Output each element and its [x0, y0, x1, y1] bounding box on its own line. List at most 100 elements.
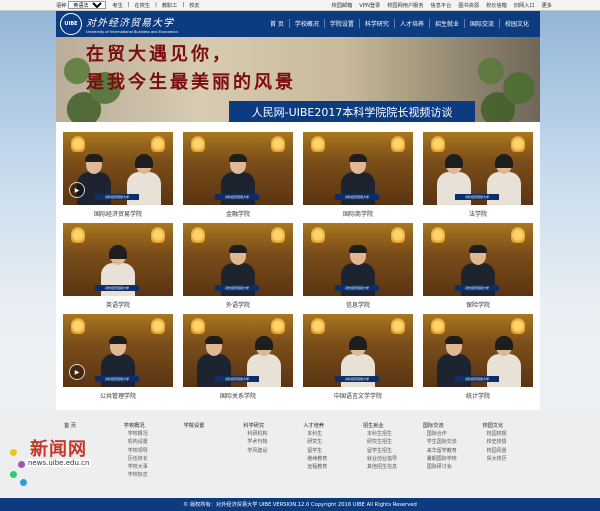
footer-link[interactable]: 暑期国际学校 — [423, 455, 483, 463]
footer-link[interactable]: 学风建设 — [243, 447, 303, 455]
play-icon[interactable]: ▶ — [69, 364, 85, 380]
footer-link[interactable]: 研究生招生 — [363, 438, 423, 446]
video-thumbnail[interactable]: 对外经济贸易大学 — [183, 132, 293, 205]
video-card[interactable]: 对外经济贸易大学 ▶ 国际经济贸易学院 — [63, 132, 173, 223]
nav-international[interactable]: 国际交流 — [463, 19, 499, 28]
video-thumbnail[interactable]: 对外经济贸易大学 — [63, 223, 173, 296]
footer-link[interactable]: 科研机构 — [243, 430, 303, 438]
video-card[interactable]: 对外经济贸易大学外语学院 — [183, 223, 293, 314]
link-prospective-students[interactable]: 考生 — [112, 2, 122, 9]
footer-column-title[interactable]: 科学研究 — [243, 422, 303, 430]
link-president-mailbox[interactable]: 校长信箱 — [486, 2, 507, 9]
logo-english-name: University of International Business and… — [86, 30, 179, 34]
video-caption[interactable]: 英语学院 — [63, 300, 173, 314]
link-current-students[interactable]: 在校生 — [135, 2, 151, 9]
footer-link[interactable]: 留学生 — [303, 447, 363, 455]
language-select[interactable]: 英语法日韩西 — [68, 1, 107, 9]
video-card[interactable]: 对外经济贸易大学国际商学院 — [303, 132, 413, 223]
video-caption[interactable]: 保险学院 — [423, 300, 533, 314]
nav-schools[interactable]: 学院设置 — [323, 19, 359, 28]
footer-link[interactable]: 本科生招生 — [363, 430, 423, 438]
link-vpn[interactable]: VPN登录 — [359, 2, 380, 9]
footer-link[interactable]: 本科生 — [303, 430, 363, 438]
video-thumbnail[interactable]: 对外经济贸易大学 — [303, 223, 413, 296]
footer-column-title[interactable]: 国际交流 — [423, 422, 483, 430]
footer-link[interactable]: 来华留学教育 — [423, 447, 483, 455]
video-thumbnail[interactable]: 对外经济贸易大学 — [183, 314, 293, 387]
footer-link[interactable]: 研究生 — [303, 438, 363, 446]
link-faculty[interactable]: 教职工 — [162, 2, 178, 9]
footer-column-title[interactable]: 校园文化 — [483, 422, 543, 430]
link-info-platform[interactable]: 信息平台 — [431, 2, 452, 9]
footer-link[interactable]: 校史校情 — [483, 438, 543, 446]
link-more[interactable]: 更多 — [542, 2, 552, 9]
footer-link[interactable]: 贸大校历 — [483, 455, 543, 463]
video-thumbnail[interactable]: 对外经济贸易大学 — [183, 223, 293, 296]
footer-link[interactable]: 机构设置 — [124, 438, 184, 446]
video-thumbnail[interactable]: 对外经济贸易大学 — [423, 223, 533, 296]
video-caption[interactable]: 统计学院 — [423, 391, 533, 405]
footer-link[interactable]: 其他招生信息 — [363, 463, 423, 471]
video-caption[interactable]: 国际商学院 — [303, 209, 413, 223]
footer-link[interactable]: 学生国际交流 — [423, 438, 483, 446]
footer-link[interactable]: 校园风景 — [483, 447, 543, 455]
footer-column-title[interactable]: 学校概况 — [124, 422, 184, 430]
nav-admissions[interactable]: 招生就业 — [428, 19, 464, 28]
video-caption[interactable]: 法学院 — [423, 209, 533, 223]
video-card[interactable]: 对外经济贸易大学统计学院 — [423, 314, 533, 405]
site-logo[interactable]: UIBE 对外经济贸易大学 University of Internationa… — [60, 13, 178, 35]
link-old-site[interactable]: 旧网入口 — [514, 2, 535, 9]
video-thumbnail[interactable]: 对外经济贸易大学 — [423, 132, 533, 205]
footer-link[interactable]: 就业创业指导 — [363, 455, 423, 463]
video-thumbnail[interactable]: 对外经济贸易大学 — [303, 314, 413, 387]
footer-link[interactable]: 继续教育 — [303, 455, 363, 463]
video-thumbnail[interactable]: 对外经济贸易大学 — [303, 132, 413, 205]
nav-campus-culture[interactable]: 校园文化 — [498, 19, 534, 28]
video-card[interactable]: 对外经济贸易大学保险学院 — [423, 223, 533, 314]
video-card[interactable]: 对外经济贸易大学 ▶ 公共管理学院 — [63, 314, 173, 405]
footer-column-title[interactable]: 首 页 — [64, 422, 124, 430]
play-icon[interactable]: ▶ — [69, 182, 85, 198]
nav-home[interactable]: 首 页 — [265, 19, 289, 28]
footer-link[interactable]: 历任校长 — [124, 455, 184, 463]
video-caption[interactable]: 中国语言文学学院 — [303, 391, 413, 405]
nav-about[interactable]: 学校概况 — [288, 19, 324, 28]
link-campus-mail[interactable]: 校园邮箱 — [332, 2, 353, 9]
link-alumni[interactable]: 校友 — [189, 2, 199, 9]
footer-link[interactable]: 学校概况 — [124, 430, 184, 438]
footer-column-title[interactable]: 招生就业 — [363, 422, 423, 430]
video-card[interactable]: 对外经济贸易大学金融学院 — [183, 132, 293, 223]
footer-column-title[interactable]: 人才培养 — [303, 422, 363, 430]
video-thumbnail[interactable]: 对外经济贸易大学 — [423, 314, 533, 387]
footer-link[interactable]: 留学生招生 — [363, 447, 423, 455]
footer-link[interactable]: 学术刊物 — [243, 438, 303, 446]
link-network-service[interactable]: 校园网用户服务 — [387, 2, 423, 9]
video-caption[interactable]: 外语学院 — [183, 300, 293, 314]
university-sign: 对外经济贸易大学 — [455, 376, 499, 382]
video-thumbnail[interactable]: 对外经济贸易大学 ▶ — [63, 314, 173, 387]
video-card[interactable]: 对外经济贸易大学法学院 — [423, 132, 533, 223]
footer-link[interactable]: 学校领导 — [124, 447, 184, 455]
video-caption[interactable]: 国际关系学院 — [183, 391, 293, 405]
footer-link[interactable]: 远程教育 — [303, 463, 363, 471]
video-card[interactable]: 对外经济贸易大学国际关系学院 — [183, 314, 293, 405]
video-caption[interactable]: 金融学院 — [183, 209, 293, 223]
footer-link[interactable]: 学校大事 — [124, 463, 184, 471]
footer-column: 国际交流 国际合作 学生国际交流 来华留学教育 暑期国际学校 国际研讨会 — [423, 422, 483, 479]
nav-research[interactable]: 科学研究 — [358, 19, 394, 28]
video-caption[interactable]: 国际经济贸易学院 — [63, 209, 173, 223]
video-caption[interactable]: 公共管理学院 — [63, 391, 173, 405]
video-caption[interactable]: 信息学院 — [303, 300, 413, 314]
link-library[interactable]: 图书资源 — [458, 2, 479, 9]
footer-link[interactable]: 学校标志 — [124, 471, 184, 479]
video-thumbnail[interactable]: 对外经济贸易大学 ▶ — [63, 132, 173, 205]
video-card[interactable]: 对外经济贸易大学信息学院 — [303, 223, 413, 314]
footer-link[interactable]: 国际合作 — [423, 430, 483, 438]
lantern-icon — [311, 136, 325, 152]
video-card[interactable]: 对外经济贸易大学中国语言文学学院 — [303, 314, 413, 405]
nav-education[interactable]: 人才培养 — [393, 19, 429, 28]
footer-column-title[interactable]: 学院设置 — [184, 422, 244, 430]
video-card[interactable]: 对外经济贸易大学英语学院 — [63, 223, 173, 314]
footer-link[interactable]: 国际研讨会 — [423, 463, 483, 471]
footer-link[interactable]: 校园校报 — [483, 430, 543, 438]
